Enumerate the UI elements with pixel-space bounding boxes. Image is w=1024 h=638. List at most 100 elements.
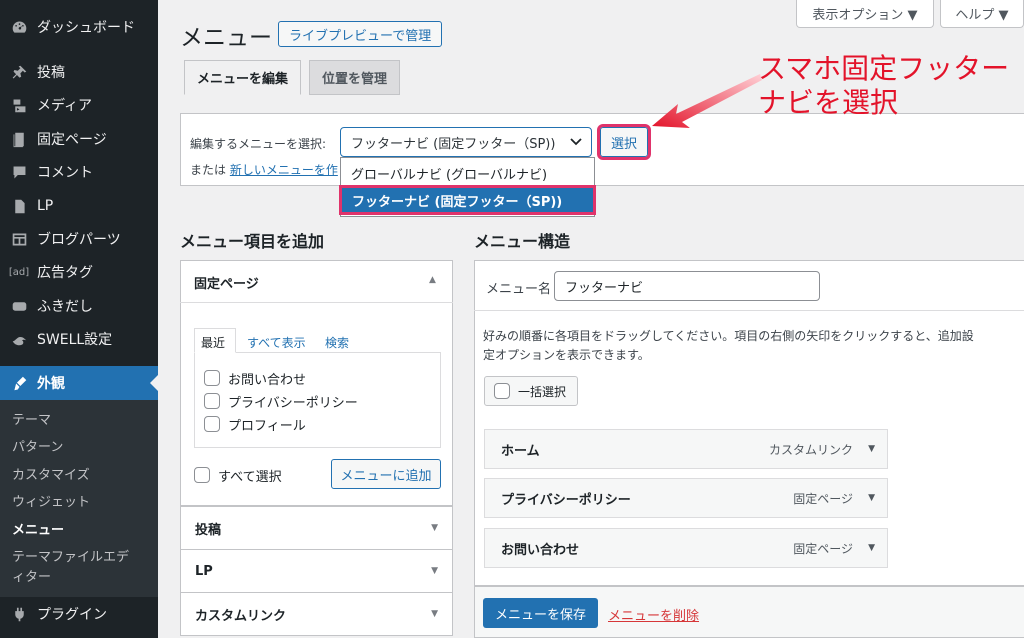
- save-menu-button[interactable]: メニューを保存: [483, 598, 598, 628]
- submenu-item-widgets[interactable]: ウィジェット: [12, 493, 152, 513]
- menu-item-title: プライバシーポリシー: [501, 492, 631, 508]
- menu-structure-title: メニュー構造: [474, 232, 571, 251]
- menu-item-title: お問い合わせ: [501, 542, 580, 558]
- ad-icon: [ad]: [8, 266, 30, 278]
- accordion-lp[interactable]: LP ▼: [180, 549, 453, 593]
- sidebar-item-swell-settings[interactable]: SWELL設定: [0, 322, 158, 356]
- sidebar-item-label: ふきだし: [37, 299, 93, 315]
- tab-manage-locations[interactable]: 位置を管理: [309, 60, 401, 95]
- create-new-menu-link[interactable]: 新しいメニューを作: [230, 163, 338, 177]
- menu-select-value: フッターナビ (固定フッター（SP)): [351, 136, 556, 152]
- submenu-item-customize[interactable]: カスタマイズ: [12, 466, 152, 486]
- sidebar-item-comments[interactable]: コメント: [0, 155, 158, 189]
- accordion-custom-links[interactable]: カスタムリンク ▼: [180, 592, 453, 636]
- tab-edit-menus[interactable]: メニューを編集: [184, 60, 302, 95]
- sidebar-item-plugins[interactable]: プラグイン: [0, 597, 158, 631]
- screen-options-button[interactable]: 表示オプション ▼: [796, 0, 934, 28]
- checkbox-page-profile[interactable]: [204, 416, 220, 432]
- page-item-label: お問い合わせ: [228, 373, 307, 388]
- brush-icon: [9, 375, 29, 392]
- annotation-line-1: スマホ固定フッター: [758, 52, 1010, 85]
- help-button[interactable]: ヘルプ ▼: [940, 0, 1024, 28]
- accordion-label: LP: [195, 563, 213, 579]
- expand-arrow-icon: ▼: [431, 609, 438, 619]
- sidebar-item-dashboard[interactable]: ダッシュボード: [0, 10, 158, 44]
- submenu-item-themes[interactable]: テーマ: [12, 411, 152, 431]
- plugin-icon: [9, 606, 29, 623]
- add-to-menu-button[interactable]: メニューに追加: [331, 459, 441, 489]
- menu-dropdown-list: グローバルナビ (グローバルナビ) フッターナビ (固定フッター（SP)): [339, 157, 596, 217]
- appearance-submenu: テーマ パターン カスタマイズ ウィジェット メニュー テーマファイルエディター: [0, 400, 158, 597]
- document-icon: [9, 198, 29, 215]
- menu-item-title: ホーム: [501, 443, 540, 459]
- select-all-label: すべて選択: [218, 470, 282, 485]
- sidebar-item-label: ブログパーツ: [37, 232, 121, 248]
- checkbox-page-privacy[interactable]: [204, 393, 220, 409]
- accordion-label: 投稿: [195, 522, 222, 538]
- accordion-posts[interactable]: 投稿 ▼: [180, 506, 453, 550]
- or-create-text: または 新しいメニューを作: [190, 161, 338, 178]
- panel-divider: [474, 310, 1024, 311]
- sidebar-item-label: プラグイン: [37, 607, 107, 623]
- live-preview-button[interactable]: ライブプレビューで管理: [278, 21, 443, 47]
- page-title: メニュー: [180, 25, 272, 51]
- checkbox-select-all[interactable]: [194, 467, 210, 483]
- sidebar-item-label: 外観: [37, 376, 65, 392]
- inner-tab-search[interactable]: 検索: [325, 334, 349, 351]
- menu-item-type: 固定ページ: [793, 491, 853, 506]
- pin-icon: [9, 64, 29, 81]
- dropdown-option-footer-nav[interactable]: フッターナビ (固定フッター（SP)): [339, 185, 596, 215]
- panel-divider: [180, 302, 453, 303]
- expand-arrow-icon[interactable]: ▼: [868, 493, 875, 503]
- annotation-arrow: [652, 74, 762, 128]
- sidebar-item-label: メディア: [37, 98, 93, 114]
- menu-item-contact[interactable]: お問い合わせ 固定ページ ▼: [484, 528, 888, 568]
- swell-icon: [9, 331, 29, 348]
- add-menu-items-title: メニュー項目を追加: [180, 232, 325, 251]
- submenu-item-patterns[interactable]: パターン: [12, 438, 152, 458]
- dashboard-icon: [9, 19, 29, 36]
- sidebar-item-media[interactable]: メディア: [0, 88, 158, 122]
- select-button[interactable]: 選択: [597, 124, 651, 160]
- or-prefix: または: [190, 163, 227, 177]
- menu-select-dropdown[interactable]: フッターナビ (固定フッター（SP)): [340, 127, 592, 157]
- sidebar-item-label: LP: [37, 198, 54, 214]
- comment-icon: [9, 164, 29, 181]
- sidebar-item-blog-parts[interactable]: ブログパーツ: [0, 222, 158, 256]
- sidebar-item-posts[interactable]: 投稿: [0, 55, 158, 89]
- sidebar-item-label: 広告タグ: [37, 265, 93, 281]
- sidebar-item-ad-tag[interactable]: [ad] 広告タグ: [0, 255, 158, 289]
- sidebar-item-label: 投稿: [37, 65, 65, 81]
- sidebar-item-label: ダッシュボード: [37, 20, 135, 36]
- expand-arrow-icon[interactable]: ▼: [868, 444, 875, 454]
- page-item-label: プライバシーポリシー: [228, 396, 358, 411]
- bulk-select-label: 一括選択: [518, 385, 567, 399]
- submenu-item-menus[interactable]: メニュー: [12, 521, 152, 541]
- sidebar-item-pages[interactable]: 固定ページ: [0, 122, 158, 156]
- menu-item-privacy[interactable]: プライバシーポリシー 固定ページ ▼: [484, 478, 888, 518]
- menu-item-home[interactable]: ホーム カスタムリンク ▼: [484, 429, 888, 469]
- delete-menu-link[interactable]: メニューを削除: [608, 605, 699, 624]
- page-icon: [9, 131, 29, 148]
- checkbox-bulk-select[interactable]: [494, 383, 510, 399]
- instruction-line: 定オプションを表示できます。: [483, 348, 650, 362]
- expand-arrow-icon: ▼: [431, 523, 438, 533]
- menu-item-type: 固定ページ: [793, 541, 853, 556]
- expand-arrow-icon[interactable]: ▼: [868, 543, 875, 553]
- pages-panel-header[interactable]: 固定ページ: [194, 273, 259, 292]
- sidebar-item-speech-bubble[interactable]: ふきだし: [0, 289, 158, 323]
- menu-instructions: 好みの順番に各項目をドラッグしてください。項目の右側の矢印をクリックすると、追加…: [483, 327, 1023, 365]
- dropdown-option-global-nav[interactable]: グローバルナビ (グローバルナビ): [341, 160, 594, 186]
- inner-tab-recent[interactable]: 最近: [201, 334, 225, 351]
- sidebar-item-lp[interactable]: LP: [0, 189, 158, 223]
- collapse-arrow-icon[interactable]: ▲: [429, 275, 436, 285]
- admin-sidebar: ダッシュボード 投稿 メディア 固定ページ コメント LP ブログパーツ [ad…: [0, 0, 158, 638]
- instruction-line: 好みの順番に各項目をドラッグしてください。項目の右側の矢印をクリックすると、追加…: [483, 329, 974, 343]
- checkbox-page-contact[interactable]: [204, 370, 220, 386]
- sidebar-item-appearance[interactable]: 外観: [0, 366, 158, 400]
- inner-tab-view-all[interactable]: すべて表示: [247, 334, 306, 351]
- chevron-down-icon: [570, 138, 582, 146]
- submenu-item-theme-file-editor[interactable]: テーマファイルエディター: [12, 548, 140, 588]
- menu-item-type: カスタムリンク: [768, 442, 853, 457]
- menu-name-field[interactable]: [554, 271, 820, 301]
